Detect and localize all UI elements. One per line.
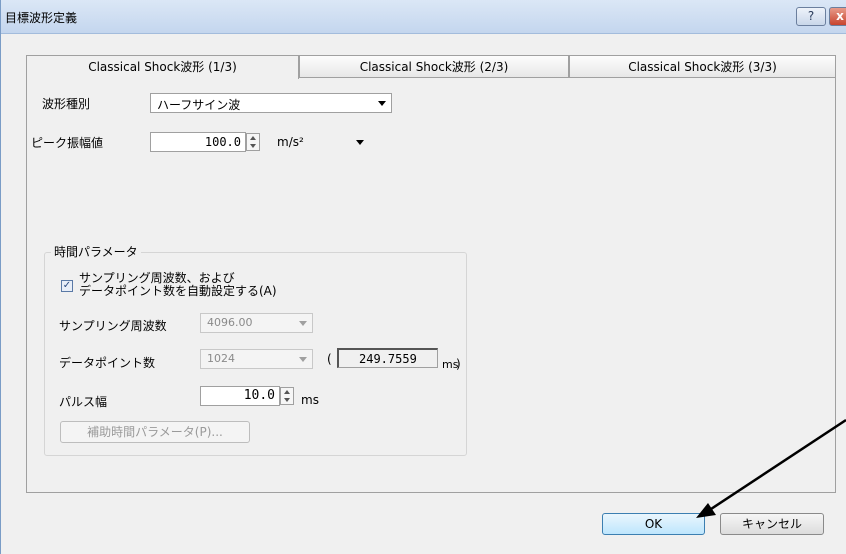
annotation-arrow <box>696 418 846 518</box>
tab-classical-shock-1[interactable]: Classical Shock波形 (1/3) <box>26 55 299 79</box>
